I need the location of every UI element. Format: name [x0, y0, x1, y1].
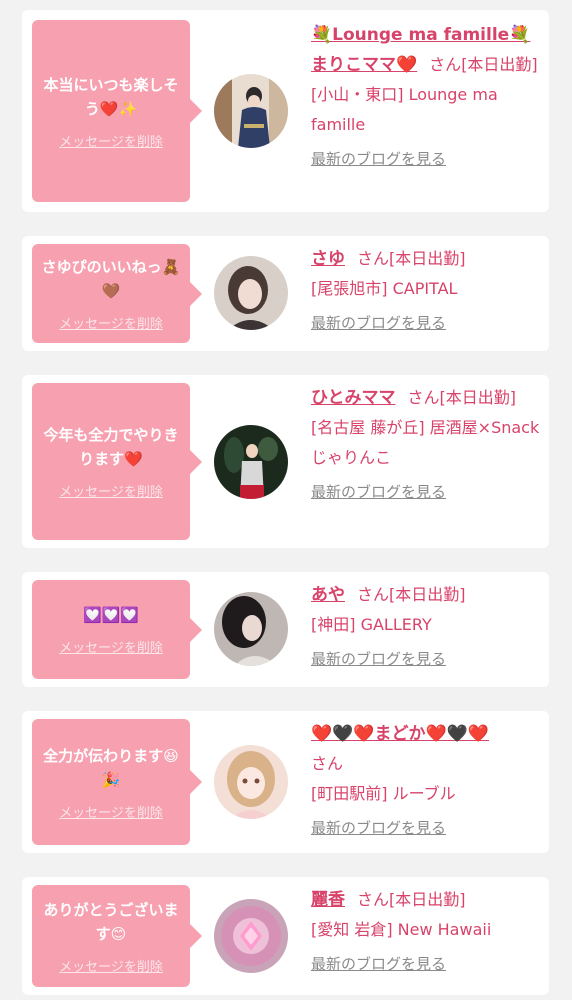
- cast-name-link[interactable]: さゆ: [311, 249, 345, 269]
- cast-info: 麗香 さん[本日出勤] [愛知 岩倉] New Hawaii 最新のブログを見る: [311, 885, 541, 979]
- latest-blog-link[interactable]: 最新のブログを見る: [311, 144, 541, 174]
- message-card: 今年も全力でやりきります❤️ メッセージを削除 ひとみママ さん[本日出勤] [名…: [22, 375, 549, 548]
- message-bubble: 今年も全力でやりきります❤️ メッセージを削除: [32, 383, 202, 540]
- store-text: [小山・東口] Lounge ma famille: [311, 85, 498, 134]
- delete-message-link[interactable]: メッセージを削除: [59, 131, 163, 150]
- cast-name-link[interactable]: ❤️🖤❤️まどか❤️🖤❤️: [311, 724, 489, 744]
- store-text: [名古屋 藤が丘] 居酒屋×Snack じゃりんこ: [311, 418, 540, 467]
- message-text: 今年も全力でやりきります❤️: [43, 426, 179, 468]
- avatar[interactable]: [214, 899, 288, 973]
- status-text: [本日出勤]: [389, 890, 466, 909]
- message-card: 全力が伝わります😆🎉 メッセージを削除 ❤️🖤❤️まどか❤️🖤❤️ さん [町田…: [22, 711, 549, 853]
- avatar[interactable]: [214, 74, 288, 148]
- delete-message-link[interactable]: メッセージを削除: [59, 956, 163, 975]
- message-text: ありがとうございます😊: [43, 900, 179, 943]
- message-bubble: さゆぴのいいねっ🧸🤎 メッセージを削除: [32, 244, 202, 343]
- delete-message-link[interactable]: メッセージを削除: [59, 313, 163, 332]
- cast-info: ❤️🖤❤️まどか❤️🖤❤️ さん [町田駅前] ルーブル 最新のブログを見る: [311, 719, 541, 843]
- message-text: 全力が伝わります😆🎉: [43, 746, 179, 789]
- delete-message-link[interactable]: メッセージを削除: [59, 802, 163, 821]
- honorific: さん: [429, 55, 462, 74]
- message-bubble: ありがとうございます😊 メッセージを削除: [32, 885, 202, 987]
- cast-name-link[interactable]: あや: [311, 585, 345, 605]
- latest-blog-link[interactable]: 最新のブログを見る: [311, 644, 541, 674]
- latest-blog-link[interactable]: 最新のブログを見る: [311, 308, 541, 338]
- message-text: 💟💟💟: [82, 606, 140, 624]
- message-card: 本当にいつも楽しそう❤️✨ メッセージを削除 💐Lounge ma famill…: [22, 10, 549, 212]
- status-text: [本日出勤]: [389, 585, 466, 604]
- avatar[interactable]: [214, 592, 288, 666]
- honorific: さん: [407, 388, 440, 407]
- message-card: さゆぴのいいねっ🧸🤎 メッセージを削除 さゆ さん[本日出勤] [尾張旭市] CA…: [22, 236, 549, 351]
- message-card: 💟💟💟 メッセージを削除 あや さん[本日出勤] [神田] GALLERY 最新の…: [22, 572, 549, 687]
- cast-info: さゆ さん[本日出勤] [尾張旭市] CAPITAL 最新のブログを見る: [311, 244, 541, 338]
- cast-name-link[interactable]: 麗香: [311, 890, 345, 910]
- status-text: [本日出勤]: [389, 249, 466, 268]
- message-text: 本当にいつも楽しそう❤️✨: [43, 75, 179, 118]
- message-text: さゆぴのいいねっ🧸🤎: [41, 258, 181, 300]
- honorific: さん: [357, 585, 390, 604]
- cast-info: 💐Lounge ma famille💐まりこママ❤️ さん[本日出勤] [小山・東…: [311, 20, 541, 174]
- message-bubble: 💟💟💟 メッセージを削除: [32, 580, 202, 679]
- latest-blog-link[interactable]: 最新のブログを見る: [311, 949, 541, 979]
- latest-blog-link[interactable]: 最新のブログを見る: [311, 813, 541, 843]
- delete-message-link[interactable]: メッセージを削除: [59, 481, 163, 500]
- store-text: [愛知 岩倉] New Hawaii: [311, 920, 492, 939]
- cast-name-link[interactable]: ひとみママ: [311, 388, 396, 408]
- store-text: [神田] GALLERY: [311, 615, 432, 634]
- cast-info: あや さん[本日出勤] [神田] GALLERY 最新のブログを見る: [311, 580, 541, 674]
- delete-message-link[interactable]: メッセージを削除: [59, 637, 163, 656]
- honorific: さん: [357, 890, 390, 909]
- latest-blog-link[interactable]: 最新のブログを見る: [311, 477, 541, 507]
- cast-info: ひとみママ さん[本日出勤] [名古屋 藤が丘] 居酒屋×Snack じゃりんこ …: [311, 383, 541, 507]
- store-text: [尾張旭市] CAPITAL: [311, 279, 458, 298]
- avatar[interactable]: [214, 256, 288, 330]
- honorific: さん: [311, 754, 344, 773]
- status-text: [本日出勤]: [439, 388, 517, 407]
- message-card: ありがとうございます😊 メッセージを削除 麗香 さん[本日出勤] [愛知 岩倉] …: [22, 877, 549, 995]
- message-bubble: 全力が伝わります😆🎉 メッセージを削除: [32, 719, 202, 845]
- avatar[interactable]: [214, 425, 288, 499]
- avatar[interactable]: [214, 745, 288, 819]
- store-text: [町田駅前] ルーブル: [311, 784, 456, 803]
- honorific: さん: [357, 249, 390, 268]
- message-bubble: 本当にいつも楽しそう❤️✨ メッセージを削除: [32, 20, 202, 202]
- status-text: [本日出勤]: [461, 55, 538, 74]
